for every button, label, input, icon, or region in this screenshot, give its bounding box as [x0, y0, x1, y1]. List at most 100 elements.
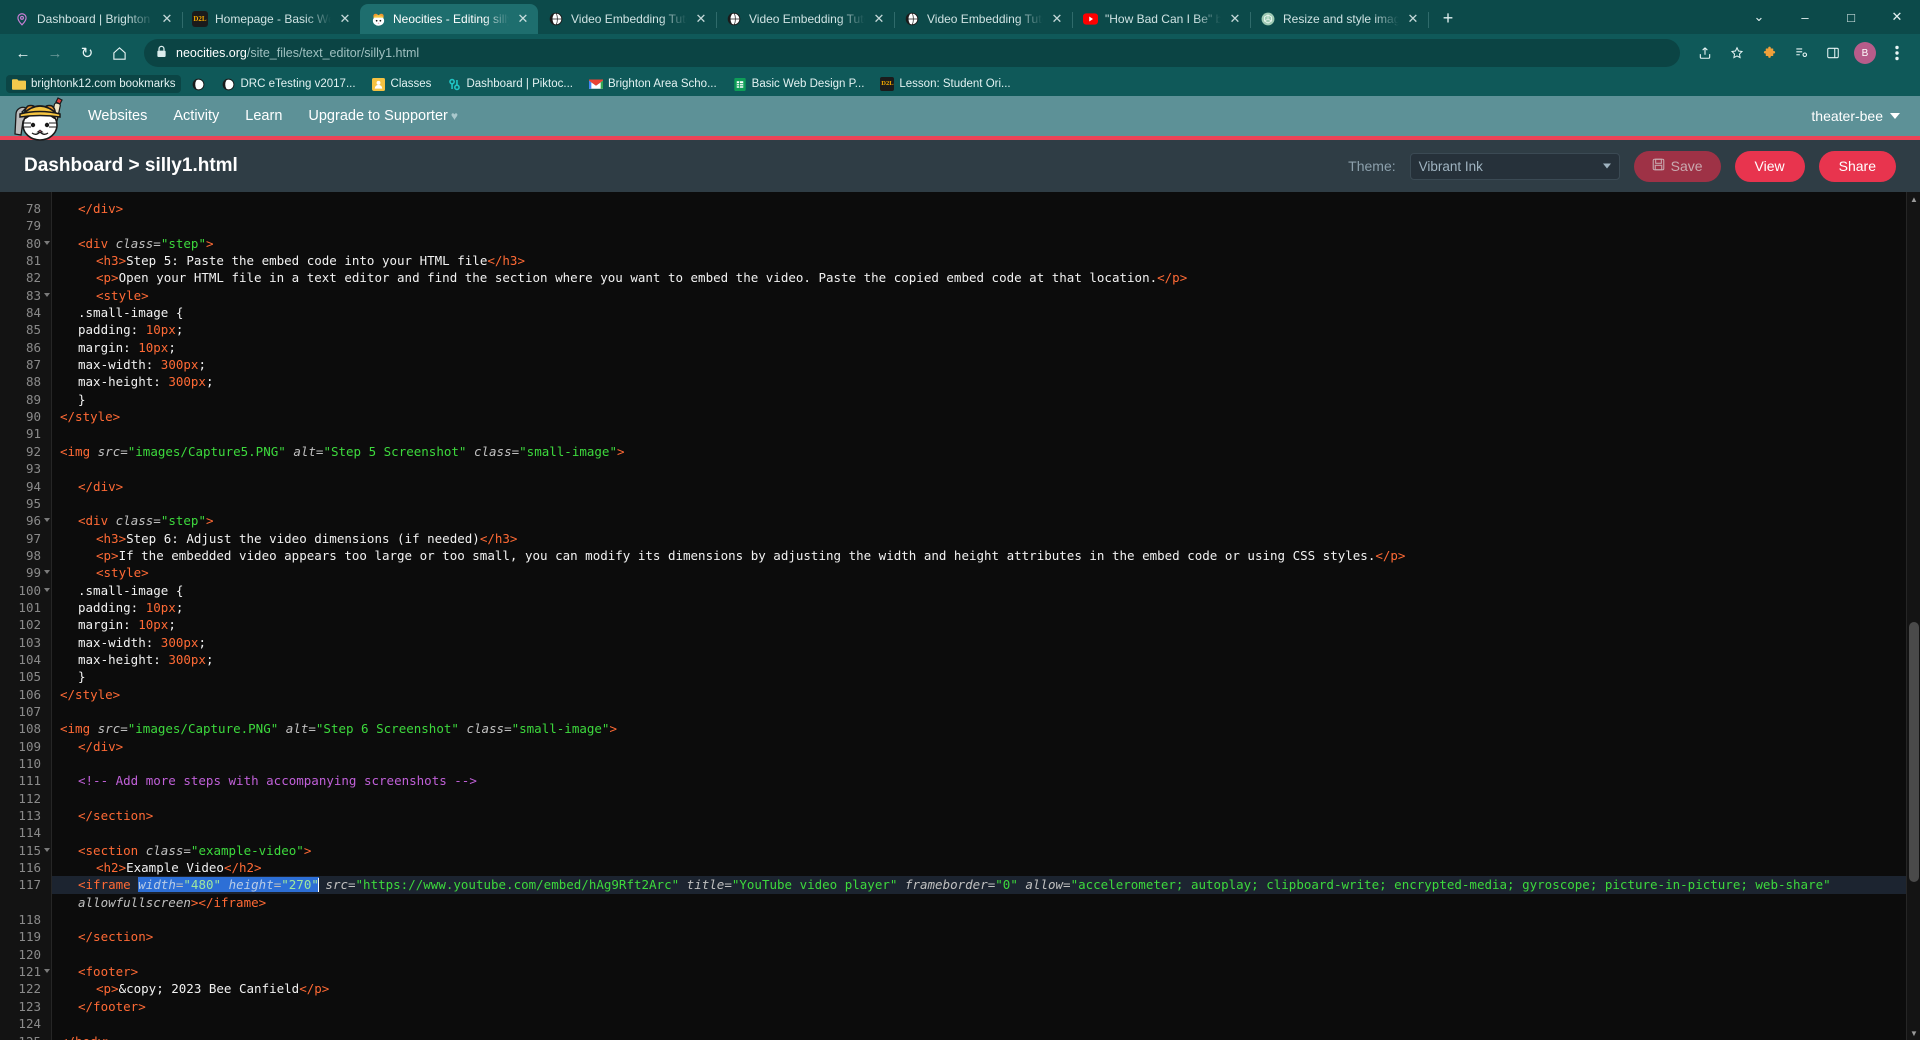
- three-dot-menu-icon[interactable]: [1882, 38, 1912, 68]
- tab-close-icon[interactable]: ✕: [516, 12, 530, 26]
- nav-link-websites[interactable]: Websites: [88, 108, 147, 124]
- code-line[interactable]: <div class="step">: [52, 235, 1920, 252]
- code-line[interactable]: <section class="example-video">: [52, 842, 1920, 859]
- browser-tab[interactable]: Neocities - Editing silly1.ht ✕: [360, 4, 538, 34]
- code-line[interactable]: <h3>Step 5: Paste the embed code into yo…: [52, 252, 1920, 269]
- code-fold-arrow-icon[interactable]: [44, 518, 50, 523]
- code-line[interactable]: [52, 824, 1920, 841]
- bookmark-item[interactable]: brightonk12.com bookmarks: [6, 75, 182, 93]
- code-line[interactable]: max-width: 300px;: [52, 356, 1920, 373]
- back-button[interactable]: ←: [8, 38, 38, 68]
- profile-avatar[interactable]: B: [1854, 42, 1876, 64]
- code-line[interactable]: padding: 10px;: [52, 321, 1920, 338]
- reload-button[interactable]: ↻: [72, 38, 102, 68]
- close-window-button[interactable]: ✕: [1874, 0, 1920, 34]
- tab-close-icon[interactable]: ✕: [1228, 12, 1242, 26]
- extension-puzzle-icon[interactable]: [1754, 38, 1784, 68]
- code-line[interactable]: </div>: [52, 738, 1920, 755]
- code-line[interactable]: max-height: 300px;: [52, 651, 1920, 668]
- code-line[interactable]: [52, 460, 1920, 477]
- code-editor[interactable]: 78 79 80 81 82 83 84 85 86 87 88 89 90 91 92 93 94 95 96 97…: [0, 192, 1920, 1040]
- bookmark-star-icon[interactable]: [1722, 38, 1752, 68]
- bookmark-item[interactable]: Classes: [366, 75, 438, 93]
- code-line[interactable]: }: [52, 668, 1920, 685]
- new-tab-button[interactable]: +: [1434, 5, 1462, 33]
- code-line[interactable]: }: [52, 391, 1920, 408]
- code-line[interactable]: [52, 703, 1920, 720]
- user-menu[interactable]: theater-bee: [1811, 108, 1900, 124]
- breadcrumb-dashboard-link[interactable]: Dashboard: [24, 155, 123, 176]
- code-line[interactable]: max-width: 300px;: [52, 634, 1920, 651]
- bookmark-item[interactable]: Brighton Area Scho...: [583, 75, 723, 93]
- scroll-down-arrow-icon[interactable]: ▼: [1907, 1026, 1920, 1040]
- forward-button[interactable]: →: [40, 38, 70, 68]
- tab-close-icon[interactable]: ✕: [872, 12, 886, 26]
- code-line[interactable]: .small-image {: [52, 582, 1920, 599]
- code-line[interactable]: [52, 495, 1920, 512]
- browser-tab[interactable]: Video Embedding Tutorial ✕: [538, 4, 717, 34]
- code-line[interactable]: [52, 1015, 1920, 1032]
- nav-link-activity[interactable]: Activity: [173, 108, 219, 124]
- browser-tab[interactable]: Dashboard | Brighton High ✕: [4, 4, 183, 34]
- minimize-button[interactable]: –: [1782, 0, 1828, 34]
- code-line[interactable]: </section>: [52, 928, 1920, 945]
- code-line[interactable]: <img src="images/Capture.PNG" alt="Step …: [52, 720, 1920, 737]
- scroll-up-arrow-icon[interactable]: ▲: [1907, 192, 1920, 206]
- code-line[interactable]: <style>: [52, 287, 1920, 304]
- code-line[interactable]: max-height: 300px;: [52, 373, 1920, 390]
- home-button[interactable]: [104, 38, 134, 68]
- code-line[interactable]: <footer>: [52, 963, 1920, 980]
- side-panel-icon[interactable]: [1818, 38, 1848, 68]
- share-icon[interactable]: [1690, 38, 1720, 68]
- code-line[interactable]: </footer>: [52, 998, 1920, 1015]
- code-line[interactable]: margin: 10px;: [52, 339, 1920, 356]
- editor-vertical-scrollbar[interactable]: ▲ ▼: [1906, 192, 1920, 1040]
- code-line[interactable]: <iframe width="480" height="270" src="ht…: [52, 876, 1920, 894]
- code-line[interactable]: [52, 217, 1920, 234]
- code-line[interactable]: <h3>Step 6: Adjust the video dimensions …: [52, 530, 1920, 547]
- code-fold-arrow-icon[interactable]: [44, 587, 50, 592]
- neocities-cat-logo-icon[interactable]: [8, 92, 80, 148]
- code-line[interactable]: </div>: [52, 478, 1920, 495]
- tab-search-chevron-icon[interactable]: ⌄: [1736, 0, 1782, 34]
- nav-link-upgrade-to-supporter[interactable]: Upgrade to Supporter ♥: [308, 108, 458, 124]
- browser-tab[interactable]: Video Embedding Tutorial ✕: [716, 4, 895, 34]
- code-content[interactable]: </div> <div class="step"> <h3>Step 5: Past…: [52, 192, 1920, 1040]
- reading-list-icon[interactable]: [1786, 38, 1816, 68]
- nav-link-learn[interactable]: Learn: [245, 108, 282, 124]
- code-line[interactable]: <p>If the embedded video appears too lar…: [52, 547, 1920, 564]
- tab-close-icon[interactable]: ✕: [160, 12, 174, 26]
- browser-tab[interactable]: "How Bad Can I Be" but ev ✕: [1072, 4, 1251, 34]
- browser-tab[interactable]: D2L Homepage - Basic Web De ✕: [182, 4, 361, 34]
- code-line[interactable]: padding: 10px;: [52, 599, 1920, 616]
- code-line[interactable]: <img src="images/Capture5.PNG" alt="Step…: [52, 443, 1920, 460]
- tab-close-icon[interactable]: ✕: [1406, 12, 1420, 26]
- save-button[interactable]: Save: [1633, 150, 1721, 182]
- code-line[interactable]: </div>: [52, 200, 1920, 217]
- code-line[interactable]: </style>: [52, 408, 1920, 425]
- code-line[interactable]: </section>: [52, 807, 1920, 824]
- view-button[interactable]: View: [1734, 150, 1805, 182]
- code-line[interactable]: </style>: [52, 686, 1920, 703]
- bookmark-item[interactable]: D2L Lesson: Student Ori...: [874, 75, 1016, 93]
- code-line[interactable]: </body>: [52, 1033, 1920, 1040]
- code-line[interactable]: <style>: [52, 564, 1920, 581]
- browser-tab[interactable]: Resize and style image ✕: [1250, 4, 1429, 34]
- tab-close-icon[interactable]: ✕: [338, 12, 352, 26]
- bookmark-item[interactable]: [185, 75, 211, 93]
- code-fold-arrow-icon[interactable]: [44, 240, 50, 245]
- code-fold-arrow-icon[interactable]: [44, 847, 50, 852]
- code-line[interactable]: [52, 790, 1920, 807]
- code-line[interactable]: <h2>Example Video</h2>: [52, 859, 1920, 876]
- bookmark-item[interactable]: DRC eTesting v2017...: [215, 75, 361, 93]
- theme-select[interactable]: Vibrant Ink: [1409, 152, 1620, 180]
- code-fold-arrow-icon[interactable]: [44, 292, 50, 297]
- browser-tab[interactable]: Video Embedding Tutorial ✕: [894, 4, 1073, 34]
- code-line[interactable]: allowfullscreen></iframe>: [52, 894, 1920, 911]
- bookmark-item[interactable]: Basic Web Design P...: [727, 75, 871, 93]
- code-line[interactable]: <p>Open your HTML file in a text editor …: [52, 269, 1920, 286]
- address-bar[interactable]: neocities.org/site_files/text_editor/sil…: [144, 39, 1680, 67]
- code-line[interactable]: margin: 10px;: [52, 616, 1920, 633]
- code-line[interactable]: .small-image {: [52, 304, 1920, 321]
- code-fold-arrow-icon[interactable]: [44, 969, 50, 974]
